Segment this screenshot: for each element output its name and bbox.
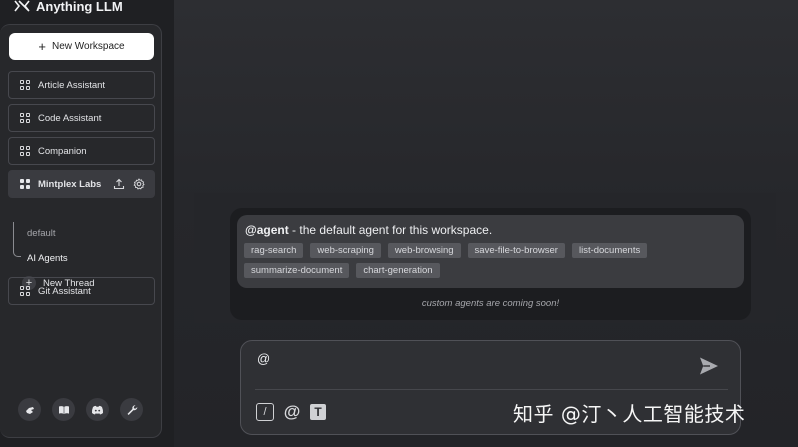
- book-icon[interactable]: [52, 398, 75, 421]
- app-title: Anything LLM: [36, 0, 123, 14]
- workspace-grid-icon: [20, 80, 30, 90]
- workspace-item-code-assistant[interactable]: Code Assistant: [8, 104, 155, 132]
- at-mention-icon[interactable]: @: [283, 402, 301, 421]
- new-workspace-label: New Workspace: [51, 41, 125, 52]
- thread-tree-line: [13, 222, 21, 257]
- discord-icon[interactable]: [86, 398, 109, 421]
- thread-item-default[interactable]: default: [27, 228, 56, 239]
- agent-skill-list: rag-search web-scraping web-browsing sav…: [244, 243, 734, 278]
- workspace-grid-icon: [20, 146, 30, 156]
- composer-toolbar: / @ T: [256, 402, 326, 421]
- workspace-label: Companion: [38, 145, 87, 157]
- agent-title: @agent - the default agent for this work…: [245, 223, 737, 237]
- workspace-grid-icon: [20, 113, 30, 123]
- sidebar-footer: [18, 398, 143, 421]
- send-button[interactable]: [698, 355, 720, 377]
- gear-icon[interactable]: [133, 178, 145, 190]
- skill-chip-list-documents: list-documents: [571, 243, 648, 258]
- send-icon: [700, 357, 718, 375]
- zhihu-watermark: 知乎 @汀丶人工智能技术: [513, 402, 746, 426]
- plus-icon: +: [38, 39, 46, 54]
- skill-chip-summarize-document: summarize-document: [244, 263, 350, 278]
- composer-divider: [255, 389, 728, 390]
- workspace-item-article-assistant[interactable]: Article Assistant: [8, 71, 155, 99]
- skill-chip-web-scraping: web-scraping: [310, 243, 381, 258]
- skill-chip-rag-search: rag-search: [244, 243, 304, 258]
- agent-handle: @agent: [245, 223, 289, 237]
- skill-chip-chart-generation: chart-generation: [356, 263, 440, 278]
- workspace-item-companion[interactable]: Companion: [8, 137, 155, 165]
- wrench-icon[interactable]: [120, 398, 143, 421]
- upload-icon[interactable]: [113, 178, 125, 190]
- sidebar: + New Workspace Article Assistant Code A…: [0, 24, 162, 438]
- new-workspace-button[interactable]: + New Workspace: [9, 33, 154, 60]
- hand-icon[interactable]: [18, 398, 41, 421]
- text-size-icon[interactable]: T: [310, 404, 326, 420]
- app-brand: Anything LLM: [14, 0, 123, 15]
- agent-option[interactable]: @agent - the default agent for this work…: [237, 215, 744, 288]
- workspace-grid-icon: [20, 286, 30, 296]
- prompt-input[interactable]: @: [257, 351, 270, 366]
- workspace-label: Article Assistant: [38, 79, 106, 91]
- workspace-label: Mintplex Labs: [38, 178, 102, 190]
- workspace-grid-icon: [20, 179, 30, 189]
- skill-chip-save-file-to-browser: save-file-to-browser: [467, 243, 565, 258]
- slash-command-icon[interactable]: /: [256, 403, 274, 421]
- custom-agents-footnote: custom agents are coming soon!: [421, 298, 560, 309]
- workspace-label: Git Assistant: [38, 285, 91, 297]
- workspace-item-mintplex-labs[interactable]: Mintplex Labs: [8, 170, 155, 198]
- workspace-item-git-assistant[interactable]: Git Assistant: [8, 277, 155, 305]
- anything-llm-logo-icon: [14, 0, 30, 12]
- agent-description: - the default agent for this workspace.: [288, 223, 493, 237]
- thread-item-ai-agents[interactable]: AI Agents: [27, 253, 68, 264]
- skill-chip-web-browsing: web-browsing: [387, 243, 461, 258]
- workspace-label: Code Assistant: [38, 112, 102, 124]
